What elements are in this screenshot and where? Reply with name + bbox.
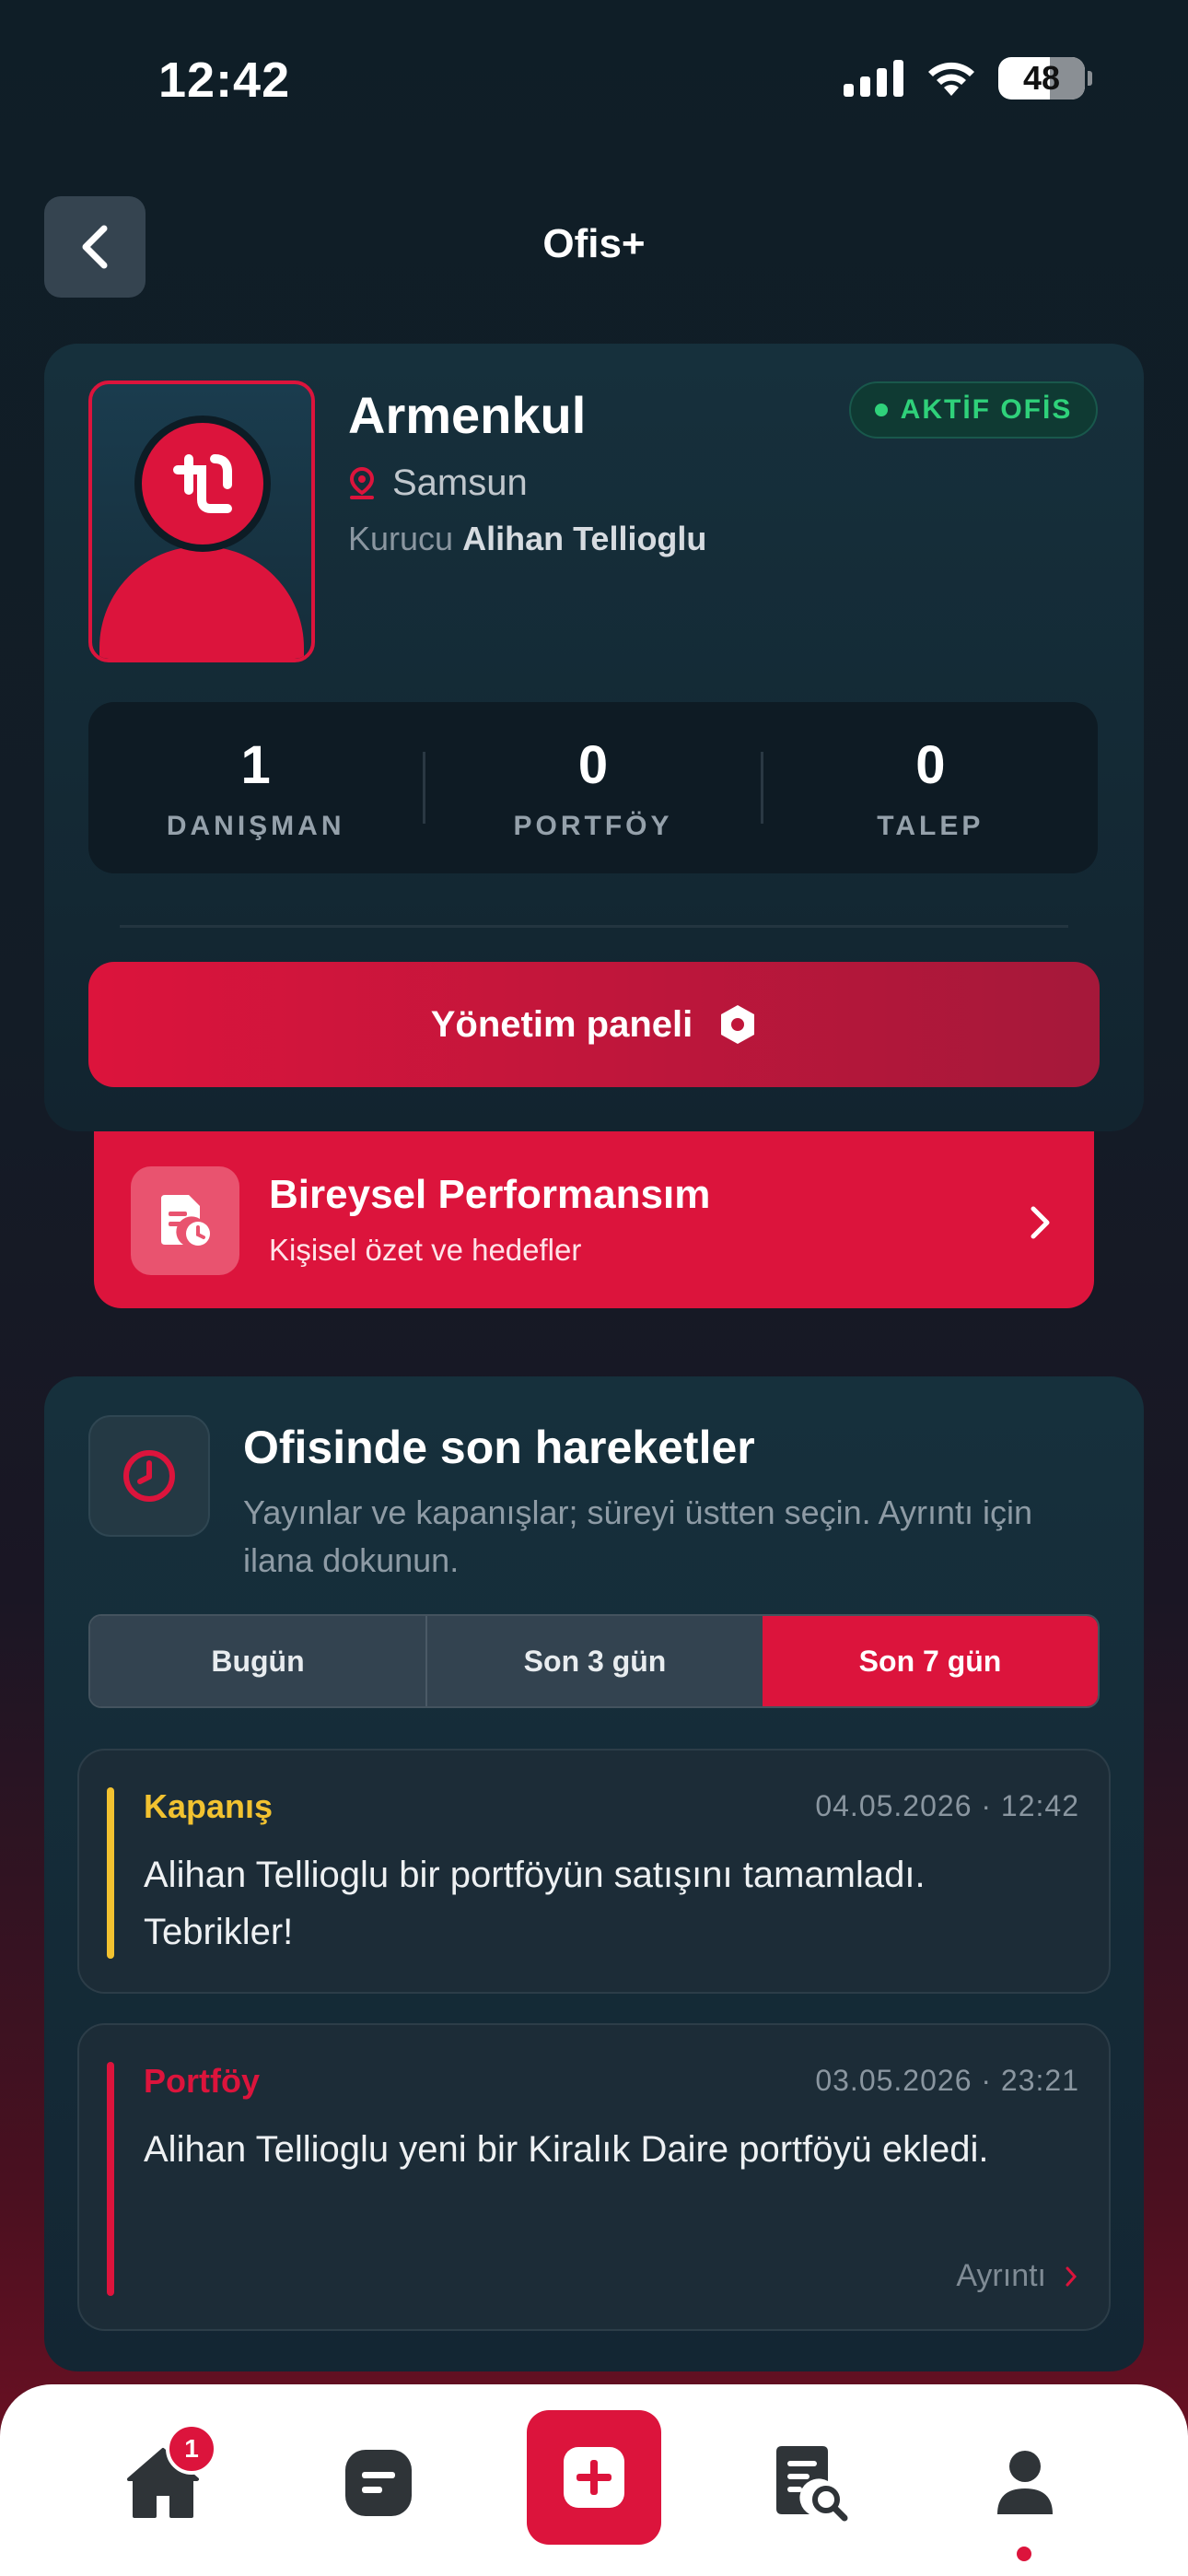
- office-city: Samsun: [392, 463, 528, 503]
- home-notification-badge: 1: [166, 2423, 217, 2475]
- signal-icon: [844, 60, 903, 97]
- add-icon: [564, 2447, 624, 2508]
- office-location: Samsun: [348, 463, 528, 504]
- divider: [120, 925, 1068, 928]
- chevron-right-icon: [1030, 1205, 1052, 1245]
- activity-event[interactable]: Portföy 03.05.2026 · 23:21 Alihan Tellio…: [77, 2023, 1111, 2331]
- period-filter: Bugün Son 3 gün Son 7 gün: [88, 1614, 1100, 1708]
- office-founder: Kurucu Alihan Tellioglu: [348, 520, 706, 558]
- active-tab-indicator: [1017, 2547, 1031, 2561]
- location-pin-icon: [349, 466, 375, 499]
- performance-title: Bireysel Performansım: [269, 1172, 711, 1217]
- tab-messages[interactable]: [328, 2432, 429, 2534]
- performance-report-icon: [131, 1166, 239, 1275]
- management-panel-button[interactable]: Yönetim paneli: [88, 962, 1100, 1087]
- event-date: 04.05.2026 · 12:42: [815, 1789, 1079, 1822]
- page-title: Ofis+: [542, 221, 646, 266]
- stat-value: 0: [915, 734, 946, 795]
- status-icons: 48: [844, 57, 1092, 100]
- battery-level: 48: [1022, 59, 1061, 97]
- event-details-link[interactable]: Ayrıntı: [956, 2258, 1077, 2294]
- event-accent-bar: [107, 2062, 114, 2296]
- activity-title: Ofisinde son hareketler: [243, 1422, 755, 1473]
- wifi-icon: [928, 62, 974, 96]
- event-type: Portföy: [144, 2062, 260, 2100]
- status-badge-label: AKTİF OFİS: [900, 394, 1073, 425]
- management-panel-label: Yönetim paneli: [430, 1003, 693, 1045]
- profile-icon: [997, 2451, 1053, 2514]
- clock-icon: [88, 1415, 210, 1537]
- tab-add[interactable]: [527, 2410, 661, 2545]
- chevron-right-icon: [1066, 2266, 1077, 2286]
- event-accent-bar: [107, 1787, 114, 1959]
- stat-consultants: 1 DANIŞMAN: [88, 734, 423, 842]
- status-badge: AKTİF OFİS: [849, 381, 1098, 439]
- filter-today[interactable]: Bugün: [90, 1616, 425, 1706]
- settings-hex-icon: [721, 1005, 755, 1044]
- filter-last-3-days[interactable]: Son 3 gün: [425, 1616, 763, 1706]
- stat-label: PORTFÖY: [513, 810, 673, 841]
- listing-search-icon: [776, 2446, 848, 2522]
- stat-value: 0: [577, 734, 609, 795]
- event-type: Kapanış: [144, 1787, 274, 1825]
- office-stats: 1 DANIŞMAN 0 PORTFÖY 0 TALEP: [88, 702, 1098, 873]
- stat-label: DANIŞMAN: [166, 810, 345, 841]
- stat-label: TALEP: [877, 810, 984, 841]
- office-name: Armenkul: [348, 386, 587, 444]
- event-text: Alihan Tellioglu bir portföyün satışını …: [144, 1855, 926, 1952]
- performance-subtitle: Kişisel özet ve hedefler: [269, 1233, 582, 1267]
- status-time: 12:42: [158, 53, 291, 108]
- founder-label: Kurucu: [348, 520, 454, 557]
- event-text: Alihan Tellioglu yeni bir Kiralık Daire …: [144, 2129, 989, 2170]
- brand-logo-icon: [173, 454, 232, 513]
- tab-listing-search[interactable]: [761, 2432, 862, 2534]
- stat-requests: 0 TALEP: [763, 734, 1098, 842]
- activity-event[interactable]: Kapanış 04.05.2026 · 12:42 Alihan Tellio…: [77, 1749, 1111, 1994]
- stat-portfolio: 0 PORTFÖY: [425, 734, 760, 842]
- stat-value: 1: [240, 734, 271, 795]
- office-logo: [88, 381, 315, 662]
- event-details-label: Ayrıntı: [956, 2258, 1046, 2293]
- status-dot: [874, 404, 888, 416]
- filter-last-7-days[interactable]: Son 7 gün: [763, 1616, 1098, 1706]
- performance-card[interactable]: [94, 1131, 1094, 1308]
- tab-profile[interactable]: [974, 2432, 1076, 2534]
- activity-description: Yayınlar ve kapanışlar; süreyi üstten se…: [243, 1493, 1033, 1579]
- founder-name: Alihan Tellioglu: [462, 520, 707, 557]
- battery-indicator: 48: [998, 57, 1092, 100]
- event-date: 03.05.2026 · 23:21: [815, 2064, 1079, 2097]
- messages-icon: [345, 2450, 412, 2516]
